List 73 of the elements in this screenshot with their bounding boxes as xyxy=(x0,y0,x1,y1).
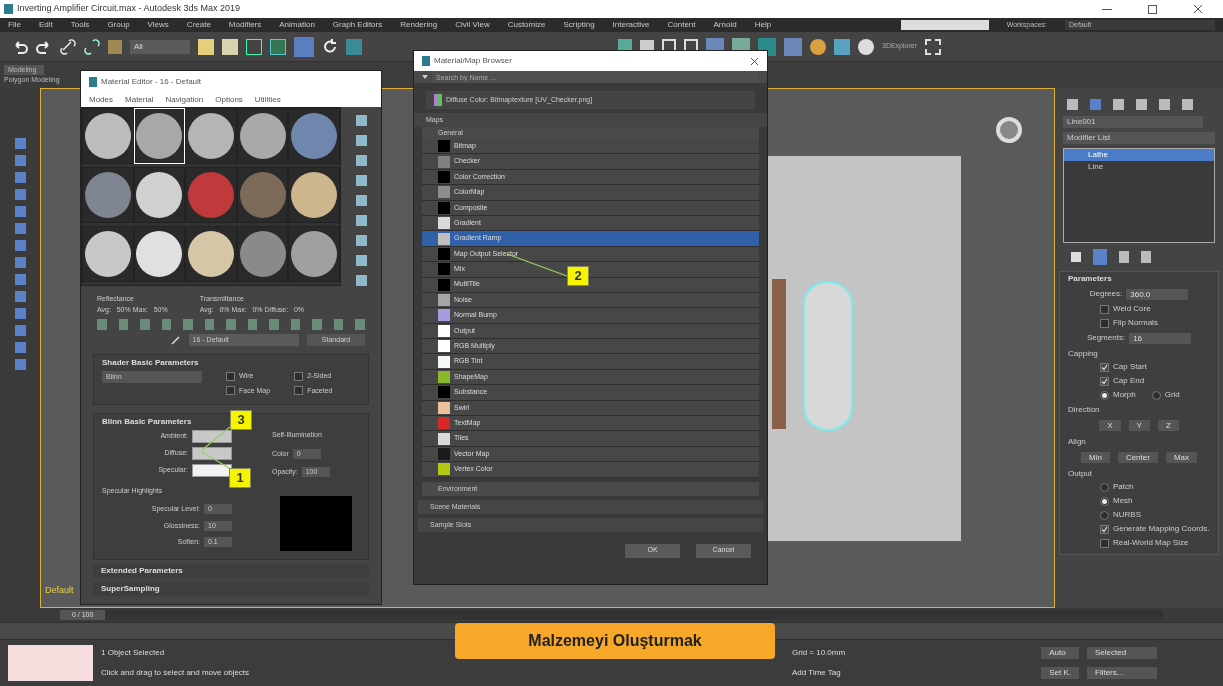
menu-item[interactable]: Create xyxy=(186,19,211,31)
radio-label: Patch xyxy=(1113,481,1134,493)
axis-button[interactable]: Y xyxy=(1128,419,1150,431)
set-key-button[interactable]: Set K. xyxy=(1041,667,1079,679)
menu-item[interactable]: Scripting xyxy=(563,19,595,31)
rollout-title[interactable]: Blinn Basic Parameters xyxy=(102,414,192,430)
menu-item[interactable]: Modes xyxy=(89,94,113,106)
callout-badge: 2 xyxy=(567,266,589,286)
window-title: Material/Map Browser xyxy=(434,55,512,67)
axis-button[interactable]: Center xyxy=(1117,451,1158,463)
field-label: Degrees: xyxy=(1089,288,1123,300)
object-name-field[interactable]: Line001 xyxy=(1063,116,1203,128)
group-heading: Align xyxy=(1067,436,1087,448)
window-title: Material Editor - 16 - Default xyxy=(101,76,202,88)
checkbox-label: Generate Mapping Coords. xyxy=(1113,523,1210,535)
menu-item[interactable]: Animation xyxy=(279,19,315,31)
axis-button[interactable]: X xyxy=(1099,419,1121,431)
selection-status: 1 Object Selected xyxy=(101,647,166,659)
menu-item[interactable]: Content xyxy=(667,19,696,31)
callout-badge: 3 xyxy=(230,410,252,430)
modifier-list-dropdown[interactable]: Modifier List xyxy=(1063,132,1215,144)
menu-item[interactable]: Utilities xyxy=(254,94,281,106)
checkbox-label: Flip Normals xyxy=(1113,317,1158,329)
grid-status: Grid = 10.0mm xyxy=(792,647,846,659)
prompt-text: Click and drag to select and move objects xyxy=(101,667,251,679)
group-heading: Capping xyxy=(1067,348,1099,360)
selection-filter-dropdown[interactable]: All xyxy=(130,39,190,54)
menu-item[interactable]: Graph Editors xyxy=(332,19,383,31)
spinner-field[interactable]: 16 xyxy=(1129,332,1192,344)
menu-item[interactable]: Material xyxy=(125,94,154,106)
key-filters-button[interactable]: Filters... xyxy=(1087,667,1157,679)
stack-item[interactable]: Line xyxy=(1064,161,1214,173)
menu-item[interactable]: Options xyxy=(215,94,243,106)
window-title: Inverting Amplifier Circuit.max - Autodesk 3ds Max 2019 xyxy=(17,2,241,16)
auto-key-button[interactable]: Auto xyxy=(1041,647,1079,659)
menu-item[interactable]: Arnold xyxy=(713,19,737,31)
group-heading: Output xyxy=(1067,468,1093,480)
menu-item[interactable]: Navigation xyxy=(165,94,204,106)
rollout-title[interactable]: Shader Basic Parameters xyxy=(102,355,360,371)
axis-button[interactable]: Z xyxy=(1157,419,1179,431)
checkbox-label: Real-World Map Size xyxy=(1113,537,1189,549)
menu-item[interactable]: Group xyxy=(107,19,130,31)
rollout-title[interactable]: Parameters xyxy=(1060,272,1218,286)
radio-label: NURBS xyxy=(1113,509,1141,521)
radio-label: Mesh xyxy=(1113,495,1133,507)
menu-item[interactable]: Interactive xyxy=(612,19,650,31)
checkbox-label: Weld Core xyxy=(1113,303,1151,315)
menu-item[interactable]: Rendering xyxy=(400,19,438,31)
axis-button[interactable]: Max xyxy=(1165,451,1197,463)
menu-item[interactable]: Edit xyxy=(38,19,53,31)
rollout-title[interactable]: Extended Parameters xyxy=(93,564,369,578)
menu-item[interactable]: Help xyxy=(754,19,772,31)
axis-button[interactable]: Min xyxy=(1081,451,1110,463)
radio-label: Grid xyxy=(1164,389,1180,401)
stack-item[interactable]: Lathe xyxy=(1064,149,1214,161)
menu-item[interactable]: File xyxy=(8,19,21,31)
field-label: Segments: xyxy=(1086,332,1126,344)
menu-item[interactable]: Modifiers xyxy=(228,19,262,31)
viewport-label: Default xyxy=(45,584,74,597)
rollout-title[interactable]: SuperSampling xyxy=(93,582,369,596)
menu-item[interactable]: Views xyxy=(147,19,169,31)
caption-banner: Malzemeyi Oluşturmak xyxy=(455,623,775,659)
key-mode-dropdown[interactable]: Selected xyxy=(1087,647,1157,659)
group-heading: Direction xyxy=(1067,404,1101,416)
add-time-tag[interactable]: Add Time Tag xyxy=(792,667,846,679)
menu-item[interactable]: Civil View xyxy=(455,19,490,31)
menu-item[interactable]: Customize xyxy=(507,19,546,31)
menu-item[interactable]: Tools xyxy=(70,19,90,31)
callout-badge: 1 xyxy=(229,468,251,488)
spinner-field[interactable]: 360.0 xyxy=(1126,288,1189,300)
radio-label: Morph xyxy=(1113,389,1136,401)
checkbox-label: Cap End xyxy=(1113,375,1145,387)
checkbox-label: Cap Start xyxy=(1113,361,1147,373)
